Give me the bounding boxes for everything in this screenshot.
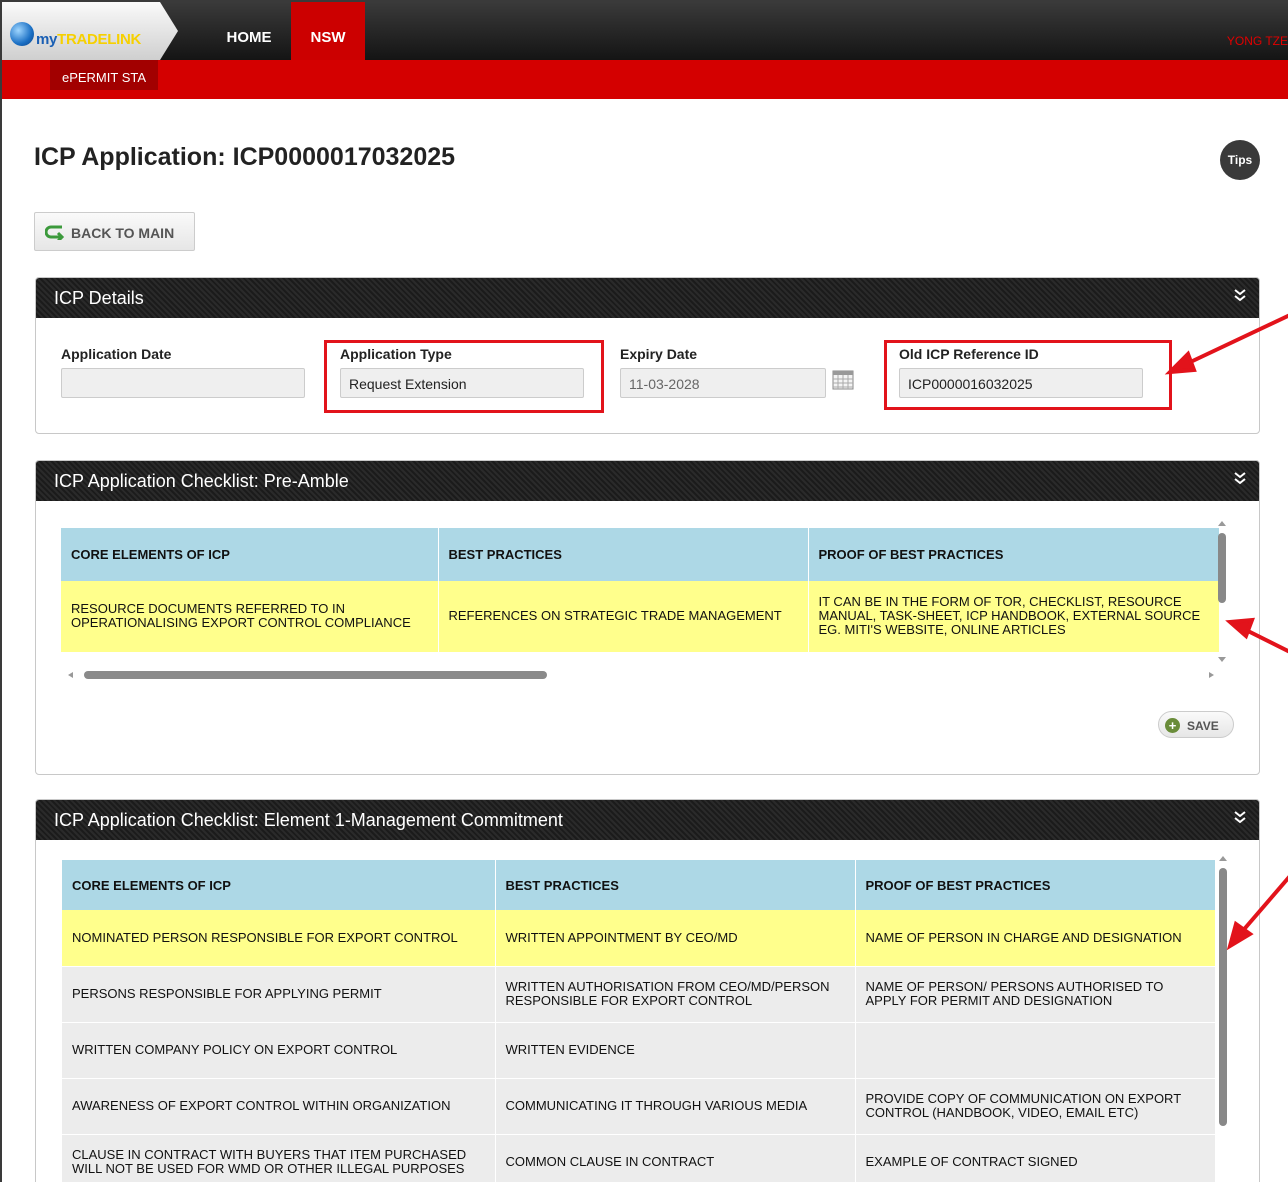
app-window: myTRADELINK HOME NSW YONG TZE ePERMIT ST… [0,0,1288,1182]
annotation-arrows [1164,313,1288,951]
annotation-arrowhead [1225,617,1255,640]
annotation-arrow [1181,313,1288,368]
annotation-arrowhead [1164,350,1197,375]
annotation-arrow [1238,875,1288,936]
